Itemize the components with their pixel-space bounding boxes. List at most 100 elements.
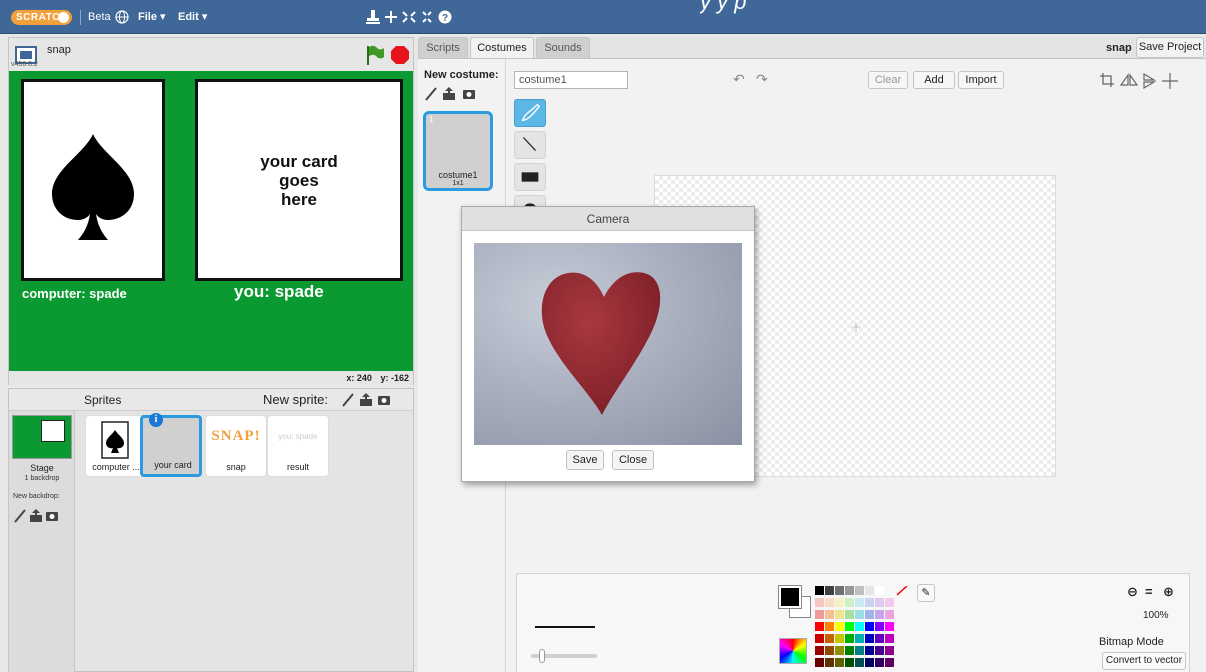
color-palette[interactable] <box>815 586 909 670</box>
line-tool[interactable] <box>514 131 546 159</box>
bitmap-mode-label: Bitmap Mode <box>1099 636 1164 648</box>
edit-menu[interactable]: Edit ▾ <box>178 10 207 25</box>
your-card: your card goes here <box>195 79 403 281</box>
stop-sign-icon[interactable] <box>390 45 410 65</box>
stage-label: Stage <box>30 463 54 473</box>
help-icon[interactable]: ? <box>438 9 452 25</box>
clear-button[interactable]: Clear <box>868 71 908 89</box>
svg-text:?: ? <box>442 13 448 24</box>
duplicate-stamp-icon[interactable] <box>366 9 380 25</box>
x-value: 240 <box>356 373 372 383</box>
spade-icon <box>52 134 134 240</box>
zoom-out-icon[interactable]: ⊖ <box>1127 584 1138 600</box>
tab-sounds[interactable]: Sounds <box>536 37 590 58</box>
stroke-preview <box>535 626 595 628</box>
import-button[interactable]: Import <box>958 71 1004 89</box>
brush-tool[interactable] <box>514 99 546 127</box>
palette-row-medium[interactable] <box>815 634 894 643</box>
paint-backdrop-icon[interactable] <box>13 509 27 523</box>
upload-costume-icon[interactable] <box>442 87 456 101</box>
crop-icon[interactable] <box>1100 73 1114 87</box>
costume-name-input[interactable] <box>514 71 628 89</box>
file-menu[interactable]: File ▾ <box>138 10 166 25</box>
camera-sprite-icon[interactable] <box>377 393 391 407</box>
rectangle-tool[interactable] <box>514 163 546 191</box>
zoom-level: 100% <box>1143 610 1169 621</box>
flip-vertical-icon[interactable] <box>1142 73 1156 89</box>
redo-icon[interactable]: ↷ <box>756 71 768 88</box>
delete-scissors-icon[interactable] <box>384 9 398 25</box>
paint-options: ✎ ⊖ = ⊕ 100% Bitmap Mode Convert to vect… <box>516 573 1190 672</box>
camera-preview <box>474 243 742 445</box>
camera-save-button[interactable]: Save <box>566 450 604 470</box>
color-picker-gradient[interactable] <box>779 638 807 664</box>
heart-photo <box>541 272 661 415</box>
set-center-icon[interactable] <box>1162 73 1178 89</box>
palette-row-pastel-2[interactable] <box>815 610 894 619</box>
sprite-tile-result[interactable]: you: spade result <box>267 415 329 477</box>
scratch-logo[interactable]: SCRATCH <box>11 10 72 25</box>
camera-backdrop-icon[interactable] <box>45 509 59 523</box>
palette-row-pastel-1[interactable] <box>815 598 894 607</box>
add-button[interactable]: Add <box>913 71 955 89</box>
sprite-name: computer ... <box>92 462 140 472</box>
sprite-name: result <box>286 462 309 472</box>
sprites-title: Sprites <box>84 393 122 407</box>
project-title[interactable]: snap <box>47 44 71 56</box>
zoom-reset-icon[interactable]: = <box>1145 584 1153 599</box>
zoom-in-icon[interactable]: ⊕ <box>1163 584 1174 600</box>
computer-card <box>21 79 165 281</box>
slider-handle[interactable] <box>539 649 545 663</box>
tab-costumes[interactable]: Costumes <box>470 37 534 58</box>
paint-costume-icon[interactable] <box>424 87 438 101</box>
stage-thumbnail[interactable] <box>12 415 72 459</box>
sprite-name: snap <box>226 462 246 472</box>
stage-column: Stage 1 backdrop New backdrop: <box>9 411 75 672</box>
brush-icon <box>521 103 541 122</box>
undo-icon[interactable]: ↶ <box>733 71 745 88</box>
primary-color-swatch[interactable] <box>778 585 802 609</box>
camera-costume-icon[interactable] <box>462 87 476 101</box>
green-flag-icon[interactable] <box>365 44 385 66</box>
menu-separator <box>80 10 81 25</box>
palette-row-darkest[interactable] <box>815 658 894 667</box>
palette-row-grays[interactable] <box>815 586 908 596</box>
tab-scripts[interactable]: Scripts <box>418 37 468 58</box>
result-thumbnail-text: you: spade <box>278 432 318 441</box>
user-name[interactable]: snap <box>1106 42 1132 54</box>
info-icon[interactable]: i <box>149 413 163 427</box>
costume-size: 1x1 <box>452 180 464 187</box>
stage-canvas[interactable]: your card goes here computer: spade you:… <box>9 71 413 371</box>
paint-new-sprite-icon[interactable] <box>341 393 355 407</box>
globe-icon[interactable] <box>115 10 129 24</box>
palette-row-dark[interactable] <box>815 646 894 655</box>
sprites-header: Sprites New sprite: <box>9 389 413 411</box>
costume-name: costume1 <box>438 170 478 180</box>
grow-icon[interactable] <box>402 9 416 25</box>
shrink-icon[interactable] <box>420 9 434 25</box>
costume-tile[interactable]: 1 costume1 1x1 <box>423 111 493 191</box>
rectangle-icon <box>521 172 539 182</box>
costume-number: 1 <box>429 115 434 124</box>
beta-label: Beta <box>88 11 111 23</box>
upload-sprite-icon[interactable] <box>359 393 373 407</box>
save-project-button[interactable]: Save Project <box>1136 37 1204 58</box>
sprite-name: your card <box>154 460 192 470</box>
sprite-tile-your-card[interactable]: your card <box>140 415 202 477</box>
sprite-tile-computer[interactable]: computer ... <box>85 415 147 477</box>
overlay-text: y y p <box>700 0 747 14</box>
eyedropper-icon[interactable]: ✎ <box>917 584 935 602</box>
convert-to-vector-button[interactable]: Convert to vector <box>1102 652 1186 670</box>
palette-row-bright[interactable] <box>815 622 894 631</box>
sprites-panel: Sprites New sprite: Stage 1 backdrop New… <box>8 388 414 672</box>
flip-horizontal-icon[interactable] <box>1120 73 1138 87</box>
sprite-tile-snap[interactable]: SNAP! snap <box>205 415 267 477</box>
computer-label: computer: spade <box>22 286 127 301</box>
y-value: -162 <box>390 373 409 383</box>
mouse-coordinates: x: 240 y: -162 <box>9 371 413 385</box>
camera-close-button[interactable]: Close <box>612 450 654 470</box>
upload-backdrop-icon[interactable] <box>29 509 43 523</box>
brush-width-slider[interactable] <box>531 649 597 663</box>
version-label: v456.0.2 <box>11 61 38 68</box>
camera-dialog-title[interactable]: Camera <box>462 207 754 231</box>
